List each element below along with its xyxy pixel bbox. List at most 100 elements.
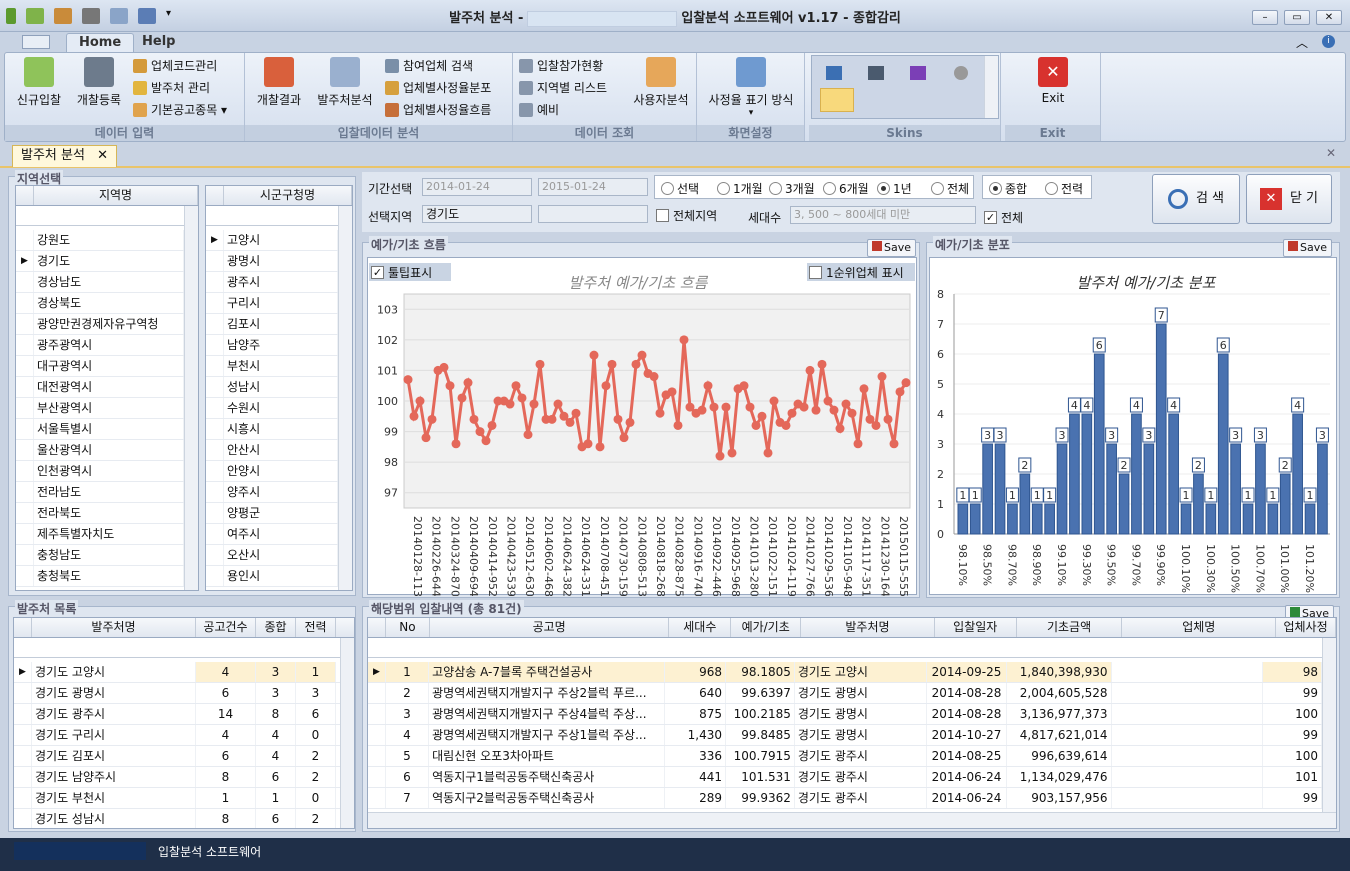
bar[interactable] <box>1292 413 1303 535</box>
table-row[interactable]: 6 역동지구1블럭공동주택신축공사 441 101.531 경기도 광주시 2014-06… <box>368 767 1322 788</box>
bar[interactable] <box>1168 413 1179 535</box>
data-point[interactable] <box>901 378 911 388</box>
radio-option[interactable]: 1개월 <box>717 180 763 197</box>
bar[interactable] <box>1131 413 1142 535</box>
list-item[interactable]: 성남시 <box>206 377 338 398</box>
exit-button[interactable]: ✕ Exit <box>1025 57 1081 105</box>
search-button[interactable]: 검 색 <box>1152 174 1240 224</box>
bar[interactable] <box>1093 353 1105 535</box>
reserve-button[interactable]: 예비 <box>519 101 559 118</box>
company-rate-dist-button[interactable]: 업체별사정율분포 <box>385 79 491 96</box>
table-row[interactable]: 경기도 구리시 4 4 0 <box>14 725 340 746</box>
column-header[interactable]: 발주처명 <box>32 618 196 637</box>
client-grid[interactable]: 발주처명 공고건수 종합 전력 ▶ 경기도 고양시 4 3 1 경기도 광명시 6 3 3 경기도 광주… <box>13 617 355 829</box>
date-from-field[interactable]: 2014-01-24 <box>422 178 532 196</box>
column-header[interactable]: 공고명 <box>430 618 670 637</box>
column-header[interactable]: 종합 <box>256 618 296 637</box>
bar[interactable] <box>1019 473 1031 535</box>
company-rate-flow-button[interactable]: 업체별사정율흐름 <box>385 101 491 118</box>
info-icon[interactable]: i <box>1322 35 1335 48</box>
skin-gallery[interactable] <box>811 55 999 119</box>
bar[interactable] <box>1081 413 1093 535</box>
skin-selected-icon[interactable] <box>820 88 854 112</box>
close-tab-icon[interactable]: ✕ <box>97 148 108 163</box>
data-point[interactable] <box>469 414 479 424</box>
data-point[interactable] <box>841 399 851 409</box>
table-row[interactable]: 3 광명역세권택지개발지구 주상4블럭 주상... 875 100.2185 경기도 광… <box>368 704 1322 725</box>
skin-vs-blue-icon[interactable] <box>826 66 842 80</box>
minimize-button[interactable]: – <box>1252 10 1278 25</box>
data-point[interactable] <box>421 433 431 443</box>
bar[interactable] <box>1317 443 1328 535</box>
column-header[interactable]: 공고건수 <box>196 618 256 637</box>
data-point[interactable] <box>763 448 773 458</box>
bar[interactable] <box>957 503 969 535</box>
bar[interactable] <box>1118 473 1130 535</box>
list-item[interactable]: 강원도 <box>16 230 184 251</box>
region-field[interactable]: 경기도 <box>422 205 532 223</box>
column-header[interactable]: 전력 <box>296 618 336 637</box>
list-item[interactable]: 광양만권경제자유구역청 <box>16 314 184 335</box>
data-point[interactable] <box>883 414 893 424</box>
client-scrollbar[interactable] <box>340 638 354 828</box>
data-point[interactable] <box>511 381 521 391</box>
radio-option[interactable]: 6개월 <box>823 180 869 197</box>
list-item[interactable]: 양주시 <box>206 482 338 503</box>
data-point[interactable] <box>697 405 707 415</box>
list-item[interactable]: 여주시 <box>206 524 338 545</box>
table-row[interactable]: 경기도 광명시 6 3 3 <box>14 683 340 704</box>
list-item[interactable]: 남양주 <box>206 335 338 356</box>
bar[interactable] <box>1180 503 1192 535</box>
radio-option[interactable]: 선택 <box>661 180 699 197</box>
radio-option[interactable]: 전력 <box>1045 180 1083 197</box>
district-grid[interactable]: 시군구청명 ▶ 고양시 광명시 광주시 구리시 김포시 남양주 부천시 성남시 수원시 시흥시 안산시… <box>205 185 353 591</box>
list-item[interactable]: 안양시 <box>206 461 338 482</box>
data-point[interactable] <box>679 335 689 345</box>
doc-tab-client-analysis[interactable]: 발주처 분석 ✕ <box>12 145 117 167</box>
list-item[interactable]: 전라북도 <box>16 503 184 524</box>
list-item[interactable]: 대전광역시 <box>16 377 184 398</box>
data-point[interactable] <box>889 439 899 449</box>
household-field[interactable]: 3, 500 ~ 800세대 미만 <box>790 206 976 224</box>
list-item[interactable]: 충청북도 <box>16 566 184 587</box>
all-region-checkbox[interactable]: 전체지역 <box>656 207 717 224</box>
radio-option[interactable]: 1년 <box>877 180 912 197</box>
list-item[interactable]: 충청남도 <box>16 545 184 566</box>
bar[interactable] <box>1205 503 1217 535</box>
bar[interactable] <box>1279 473 1291 535</box>
radio-option[interactable]: 3개월 <box>769 180 815 197</box>
bar[interactable] <box>1255 443 1266 535</box>
close-window-button[interactable]: ✕ <box>1316 10 1342 25</box>
data-point[interactable] <box>565 417 575 427</box>
col-district-name[interactable]: 시군구청명 <box>224 186 352 205</box>
list-item[interactable]: ▶ 경기도 <box>16 251 184 272</box>
data-point[interactable] <box>871 420 881 430</box>
app-menu-button[interactable] <box>22 35 50 49</box>
skin-vs-dark-icon[interactable] <box>868 66 884 80</box>
list-item[interactable]: 수원시 <box>206 398 338 419</box>
list-item[interactable]: 안산시 <box>206 440 338 461</box>
list-item[interactable]: 울산광역시 <box>16 440 184 461</box>
data-point[interactable] <box>745 402 755 412</box>
data-point[interactable] <box>457 393 467 403</box>
data-point[interactable] <box>409 411 419 421</box>
data-point[interactable] <box>667 387 677 397</box>
data-point[interactable] <box>877 372 887 382</box>
client-analysis-button[interactable]: 발주처분석 <box>311 57 379 108</box>
data-point[interactable] <box>535 359 545 369</box>
data-point[interactable] <box>721 402 731 412</box>
flow-save-button[interactable]: Save <box>867 239 917 257</box>
bar[interactable] <box>982 443 993 535</box>
table-row[interactable]: 경기도 남양주시 8 6 2 <box>14 767 340 788</box>
data-point[interactable] <box>799 402 809 412</box>
data-point[interactable] <box>403 375 413 385</box>
list-item[interactable]: 부천시 <box>206 356 338 377</box>
bar[interactable] <box>1193 473 1204 535</box>
table-row[interactable]: 경기도 부천시 1 1 0 <box>14 788 340 809</box>
data-point[interactable] <box>727 448 737 458</box>
data-point[interactable] <box>481 436 491 446</box>
region-filter-row[interactable] <box>16 206 198 226</box>
client-filter-row[interactable] <box>14 638 354 658</box>
data-point[interactable] <box>589 350 599 360</box>
table-row[interactable]: 경기도 김포시 6 4 2 <box>14 746 340 767</box>
